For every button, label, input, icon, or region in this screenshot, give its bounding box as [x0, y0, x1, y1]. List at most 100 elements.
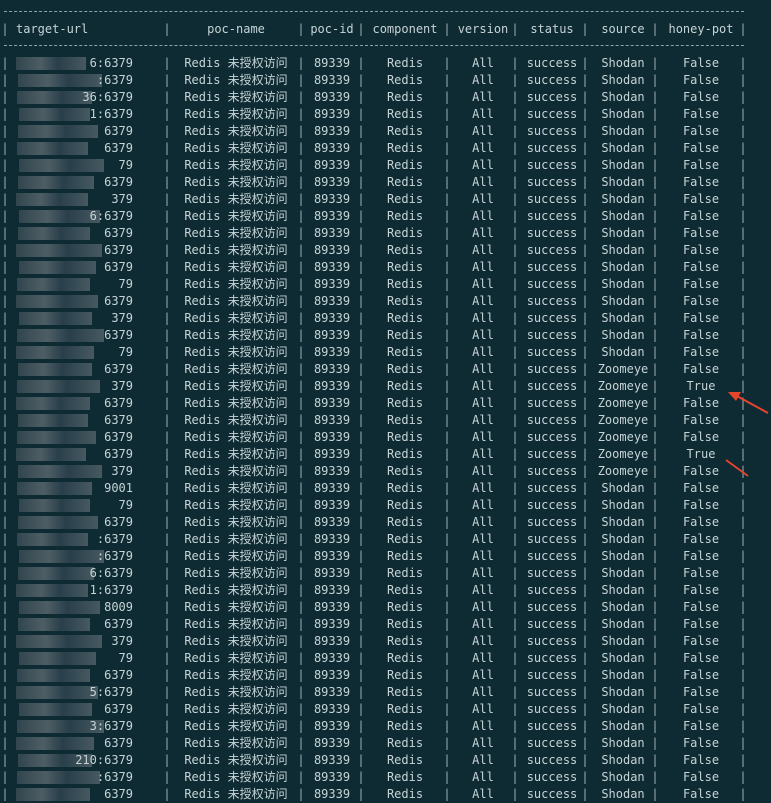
cell-id: 89339	[313, 447, 351, 461]
cell-status: success	[526, 294, 578, 308]
table-row: | | | | | | | | | 6379 Redis 未授权访问 89339 Redis All suc…	[0, 259, 771, 276]
cell-url: 79	[118, 158, 133, 172]
column-separator: |	[163, 141, 171, 155]
column-separator: |	[443, 685, 451, 699]
cell-ver: All	[472, 787, 494, 801]
cell-status: success	[526, 260, 578, 274]
cell-id: 89339	[313, 634, 351, 648]
cell-comp: Redis	[386, 430, 424, 444]
column-separator: |	[163, 617, 171, 631]
column-separator: |	[163, 158, 171, 172]
cell-url: 6379	[104, 175, 133, 189]
table-row: | | | | | | | | |:6379 Redis 未授权访问 89339 Redis All su…	[0, 769, 771, 786]
column-separator: |	[1, 56, 9, 70]
column-separator: |	[163, 447, 171, 461]
cell-source: Shodan	[601, 498, 645, 512]
column-separator: |	[357, 770, 365, 784]
cell-comp: Redis	[386, 651, 424, 665]
cell-comp: Redis	[386, 481, 424, 495]
cell-ver: All	[472, 311, 494, 325]
column-separator: |	[1, 226, 9, 240]
cell-comp: Redis	[386, 311, 424, 325]
cell-honey: False	[682, 243, 720, 257]
cell-id: 89339	[313, 379, 351, 393]
column-separator: |	[443, 124, 451, 138]
cell-poc: Redis 未授权访问	[184, 345, 288, 359]
cell-source: Shodan	[601, 736, 645, 750]
cell-ver: All	[472, 430, 494, 444]
cell-poc: Redis 未授权访问	[184, 736, 288, 750]
column-separator: |	[443, 141, 451, 155]
cell-id: 89339	[313, 685, 351, 699]
table-row: | | | | | | | | | 6379 Redis 未授权访问 89339 Redis All suc…	[0, 616, 771, 633]
table-row: | | | | | | | | | 6379 Redis 未授权访问 89339 Redis All suc…	[0, 242, 771, 259]
cell-honey: False	[682, 583, 720, 597]
cell-ver: All	[472, 226, 494, 240]
cell-ver: All	[472, 685, 494, 699]
column-separator: |	[443, 651, 451, 665]
cell-source: Shodan	[601, 719, 645, 733]
cell-status: success	[526, 73, 578, 87]
cell-id: 89339	[313, 226, 351, 240]
column-separator: |	[443, 702, 451, 716]
cell-url: 6379	[104, 243, 133, 257]
cell-ver: All	[472, 753, 494, 767]
cell-status: success	[526, 311, 578, 325]
cell-url: 379	[111, 379, 133, 393]
column-separator: |	[357, 56, 365, 70]
cell-url: 6379	[104, 141, 133, 155]
column-separator: |	[1, 141, 9, 155]
table-row: | | | | | | | | | 6379 Redis 未授权访问 89339 Redis All suc…	[0, 395, 771, 412]
cell-ver: All	[472, 260, 494, 274]
cell-comp: Redis	[386, 277, 424, 291]
cell-status: success	[526, 498, 578, 512]
cell-comp: Redis	[386, 260, 424, 274]
column-separator: |	[357, 328, 365, 342]
cell-comp: Redis	[386, 124, 424, 138]
cell-ver: All	[472, 600, 494, 614]
table-row: | | | | | | | | | 6:6379 Redis 未授权访问 89339 Redis All s…	[0, 208, 771, 225]
cell-ver: All	[472, 90, 494, 104]
column-separator: |	[443, 617, 451, 631]
column-separator: |	[163, 294, 171, 308]
cell-source: Zoomeye	[597, 362, 649, 376]
cell-comp: Redis	[386, 192, 424, 206]
cell-url: :6379	[96, 770, 133, 784]
column-separator: |	[443, 294, 451, 308]
cell-poc: Redis 未授权访问	[184, 481, 288, 495]
cell-poc: Redis 未授权访问	[184, 192, 288, 206]
cell-url: 6379	[104, 787, 133, 801]
column-separator: |	[443, 192, 451, 206]
cell-source: Shodan	[601, 277, 645, 291]
column-separator: |	[357, 702, 365, 716]
column-separator: |	[357, 583, 365, 597]
column-separator: |	[1, 447, 9, 461]
cell-comp: Redis	[386, 549, 424, 563]
cell-poc: Redis 未授权访问	[184, 124, 288, 138]
table-row: | | | | | | | | | 9001 Redis 未授权访问 89339 Redis All suc…	[0, 480, 771, 497]
column-separator: |	[443, 753, 451, 767]
cell-poc: Redis 未授权访问	[184, 770, 288, 784]
cell-source: Shodan	[601, 566, 645, 580]
cell-status: success	[526, 719, 578, 733]
cell-poc: Redis 未授权访问	[184, 396, 288, 410]
table-row: | | | | | | | | | 1:6379 Redis 未授权访问 89339 Redis All s…	[0, 582, 771, 599]
cell-id: 89339	[313, 141, 351, 155]
column-separator: |	[163, 73, 171, 87]
cell-ver: All	[472, 124, 494, 138]
column-separator: |	[357, 736, 365, 750]
column-separator: |	[443, 787, 451, 801]
cell-poc: Redis 未授权访问	[184, 753, 288, 767]
cell-url: 6379	[104, 515, 133, 529]
column-separator: |	[1, 277, 9, 291]
column-separator: |	[357, 175, 365, 189]
cell-ver: All	[472, 668, 494, 682]
column-separator: |	[1, 413, 9, 427]
column-header-version: version	[457, 22, 509, 36]
cell-poc: Redis 未授权访问	[184, 56, 288, 70]
cell-status: success	[526, 634, 578, 648]
cell-comp: Redis	[386, 56, 424, 70]
column-separator: |	[443, 90, 451, 104]
column-separator: |	[443, 311, 451, 325]
column-separator: |	[163, 209, 171, 223]
